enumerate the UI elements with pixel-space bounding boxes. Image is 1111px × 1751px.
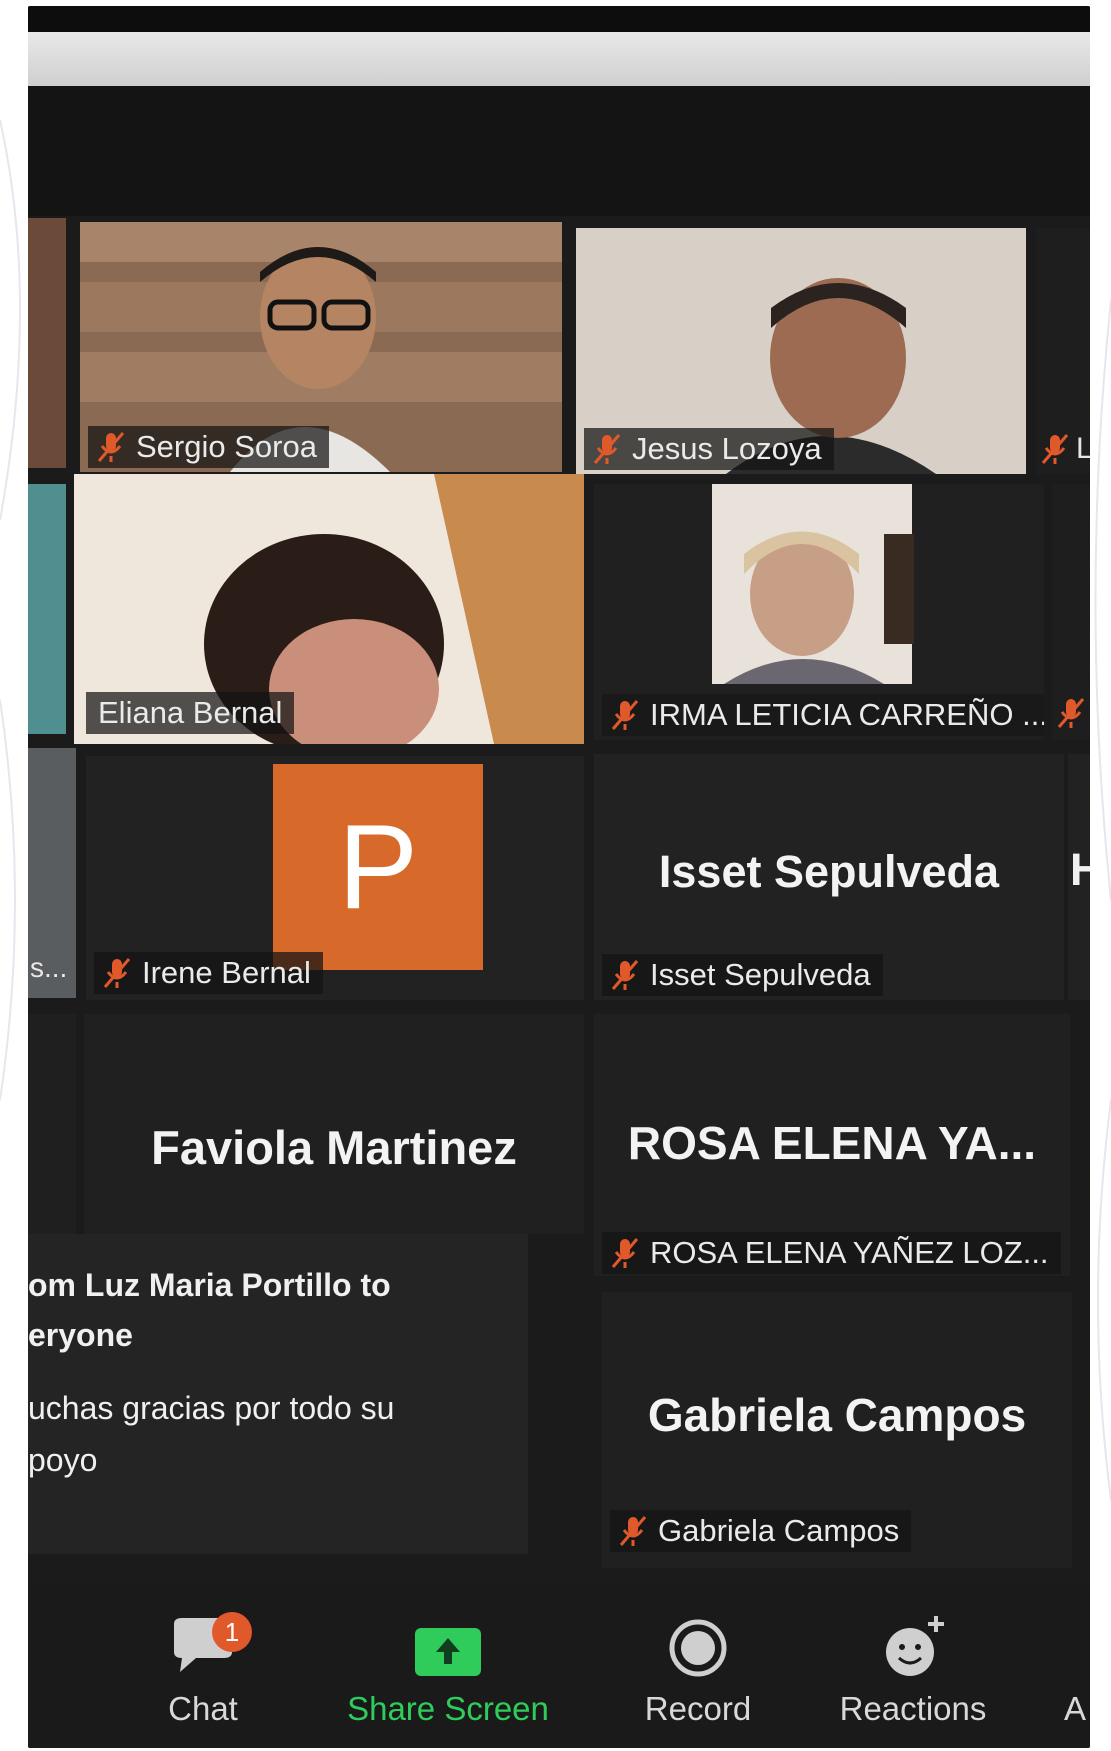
microphone-muted-icon (618, 1514, 648, 1548)
share-screen-button[interactable]: Share Screen (328, 1586, 568, 1748)
participant-name: Sergio Soroa (136, 429, 317, 464)
microphone-muted-icon (1040, 432, 1070, 466)
participant-display-name: Faviola Martinez (151, 1121, 517, 1174)
participant-name: L (1076, 432, 1090, 465)
chat-sender-line: om Luz Maria Portillo to eryone (28, 1267, 391, 1353)
microphone-muted-icon (610, 698, 640, 732)
participant-tile-partial-right-1[interactable]: L (1036, 228, 1090, 474)
apps-button-partial[interactable]: A (1060, 1586, 1090, 1748)
participant-tile-partial-left-4[interactable] (28, 1014, 76, 1234)
participant-tile-sergio[interactable]: Sergio Soroa (80, 222, 562, 472)
record-label: Record (644, 1690, 752, 1727)
participant-tile-partial-left-1[interactable] (28, 218, 66, 468)
microphone-muted-icon (1056, 696, 1086, 730)
meeting-window: s... Sergio Soroa Jesus Lozoya L Eliana … (28, 6, 1090, 1748)
share-screen-icon (393, 1586, 503, 1680)
participant-display-name: Isset Sepulveda (658, 846, 1000, 897)
participant-tile-partial-right-3[interactable]: H (1068, 754, 1090, 1000)
participant-tile-partial-left-3[interactable]: s... (28, 748, 76, 998)
participant-name: Isset Sepulveda (650, 957, 871, 992)
participant-label-isset: Isset Sepulveda (602, 954, 883, 996)
apps-label: A (1063, 1690, 1086, 1727)
participant-label-partial-right: L (1040, 432, 1090, 466)
participant-label-gabriela: Gabriela Campos (610, 1510, 912, 1552)
participant-tile-isset[interactable]: Isset Sepulveda Isset Sepulveda (594, 754, 1064, 1000)
participant-tile-partial-right-2[interactable] (1052, 484, 1090, 740)
participant-tile-rosa[interactable]: ROSA ELENA YA... ROSA ELENA YAÑEZ LOZ... (594, 1014, 1070, 1276)
participant-name-partial-left: s... (30, 952, 68, 983)
chat-label: Chat (168, 1690, 238, 1727)
participant-label-eliana: Eliana Bernal (86, 692, 295, 734)
record-icon (643, 1586, 753, 1680)
participant-tile-gabriela[interactable]: Gabriela Campos Gabriela Campos (602, 1292, 1072, 1568)
avatar: P (273, 764, 483, 970)
participant-tile-faviola[interactable]: Faviola Martinez (84, 1014, 584, 1234)
participant-name: Irene Bernal (142, 955, 311, 990)
participant-tile-irene[interactable]: P Irene Bernal (86, 756, 584, 1000)
participant-display-name-partial: H (1070, 844, 1090, 895)
microphone-muted-icon (102, 956, 132, 990)
microphone-muted-icon (592, 432, 622, 466)
reactions-label: Reactions (839, 1690, 987, 1727)
microphone-muted-icon (96, 430, 126, 464)
apps-icon (1060, 1586, 1090, 1680)
chat-bubble-icon: 1 (148, 1586, 258, 1680)
participant-name: Eliana Bernal (98, 695, 283, 730)
participant-tile-partial-left-2[interactable] (28, 484, 66, 734)
participant-label-jesus: Jesus Lozoya (584, 428, 834, 470)
participant-label-irene: Irene Bernal (94, 952, 323, 994)
participant-tile-jesus[interactable]: Jesus Lozoya (576, 228, 1026, 474)
participant-tile-irma[interactable]: IRMA LETICIA CARREÑO ... (594, 484, 1044, 740)
participant-name: Jesus Lozoya (632, 431, 822, 466)
meeting-toolbar: 1 Chat Share Screen Record Reactions A (28, 1586, 1090, 1748)
gallery-top-padding (28, 86, 1090, 216)
participant-name: Gabriela Campos (658, 1513, 900, 1548)
participant-name: ROSA ELENA YAÑEZ LOZ... (650, 1235, 1049, 1270)
participant-tile-eliana[interactable]: Eliana Bernal (74, 474, 584, 744)
participant-name: IRMA LETICIA CARREÑO ... (650, 697, 1044, 732)
record-button[interactable]: Record (618, 1586, 778, 1748)
participant-label-irma: IRMA LETICIA CARREÑO ... (602, 694, 1044, 736)
monitor-bezel (28, 6, 1090, 32)
microphone-muted-icon (610, 958, 640, 992)
chat-unread-badge: 1 (212, 1612, 252, 1652)
participant-label-rosa: ROSA ELENA YAÑEZ LOZ... (602, 1232, 1061, 1274)
share-screen-label: Share Screen (347, 1690, 549, 1727)
chat-message-text: uchas gracias por todo su poyo (28, 1390, 395, 1478)
reactions-button[interactable]: Reactions (828, 1586, 998, 1748)
window-title-area (28, 32, 1090, 86)
participant-display-name: Gabriela Campos (647, 1389, 1027, 1441)
chat-button[interactable]: 1 Chat (138, 1586, 268, 1748)
participant-display-name: ROSA ELENA YA... (627, 1117, 1037, 1169)
microphone-muted-icon (610, 1236, 640, 1270)
participant-label-sergio: Sergio Soroa (88, 426, 329, 468)
chat-notification-popup[interactable]: om Luz Maria Portillo to eryone uchas gr… (28, 1234, 528, 1554)
reactions-smiley-icon (858, 1586, 968, 1680)
